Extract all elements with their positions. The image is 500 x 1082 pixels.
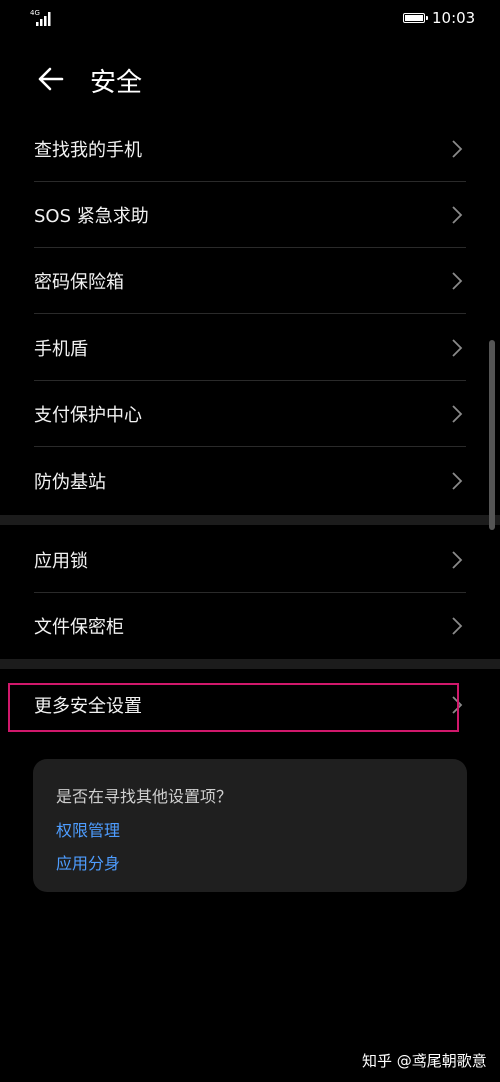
menu-item-label: 密码保险箱	[34, 272, 124, 293]
chevron-right-icon	[452, 472, 463, 490]
link-app-twin[interactable]: 应用分身	[56, 850, 120, 874]
menu-item-label: 查找我的手机	[34, 140, 142, 161]
chevron-right-icon	[452, 206, 463, 224]
menu-item-label: 手机盾	[34, 339, 88, 360]
scrollbar[interactable]	[489, 340, 495, 530]
signal-icon	[36, 12, 51, 26]
chevron-right-icon	[452, 617, 463, 635]
section-divider	[0, 515, 500, 525]
menu-item-app-lock[interactable]: 应用锁	[0, 527, 500, 593]
chevron-right-icon	[452, 140, 463, 158]
chevron-right-icon	[452, 272, 463, 290]
suggestions-question: 是否在寻找其他设置项？	[56, 787, 233, 806]
menu-item-fake-base-station[interactable]: 防伪基站	[0, 448, 500, 514]
menu-item-sos[interactable]: SOS 紧急求助	[0, 182, 500, 248]
section-divider	[0, 659, 500, 669]
status-bar: 4G 10:03	[0, 0, 500, 36]
menu-item-password-vault[interactable]: 密码保险箱	[0, 248, 500, 314]
menu-item-label: SOS 紧急求助	[34, 206, 149, 227]
back-arrow-icon[interactable]	[36, 64, 66, 94]
page-title: 安全	[90, 68, 143, 98]
menu-item-label: 文件保密柜	[34, 617, 124, 638]
menu-item-file-safe[interactable]: 文件保密柜	[0, 593, 500, 659]
menu-item-phone-shield[interactable]: 手机盾	[0, 315, 500, 381]
chevron-right-icon	[452, 339, 463, 357]
highlight-box	[8, 683, 459, 732]
menu-item-label: 支付保护中心	[34, 405, 142, 426]
watermark: 知乎 @鸢尾朝歌意	[362, 1052, 487, 1070]
menu-item-label: 应用锁	[34, 551, 88, 572]
battery-icon	[403, 13, 428, 23]
menu-item-find-my-phone[interactable]: 查找我的手机	[0, 116, 500, 182]
menu-item-label: 防伪基站	[34, 472, 106, 493]
link-permission-management[interactable]: 权限管理	[56, 817, 120, 841]
suggestions-card: 是否在寻找其他设置项？ 权限管理 应用分身	[33, 759, 467, 892]
clock: 10:03	[432, 9, 476, 27]
menu-item-payment-protection[interactable]: 支付保护中心	[0, 381, 500, 447]
chevron-right-icon	[452, 551, 463, 569]
divider	[34, 313, 466, 314]
chevron-right-icon	[452, 405, 463, 423]
page-header: 安全	[0, 52, 500, 108]
divider	[34, 446, 466, 447]
